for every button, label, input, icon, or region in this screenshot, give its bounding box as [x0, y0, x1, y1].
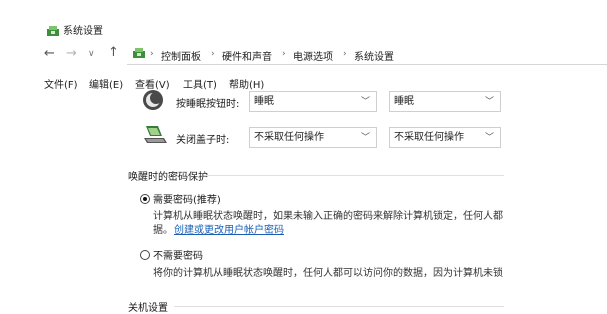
section-divider	[204, 175, 504, 176]
sleep-button-label: 按睡眠按钮时:	[176, 99, 240, 110]
menu-tools[interactable]: 工具(T)	[183, 76, 217, 91]
create-change-password-link[interactable]: 创建或更改用户帐户密码	[174, 221, 284, 236]
sleep-moon-icon	[143, 90, 163, 110]
sleep-button-plugged-in-select[interactable]: 睡眠 ﹀	[389, 91, 501, 112]
breadcrumb-separator: ›	[282, 49, 286, 59]
section-divider	[174, 306, 504, 307]
require-password-description-cont: 据。	[153, 225, 173, 236]
no-password-label[interactable]: 不需要密码	[153, 247, 203, 262]
breadcrumb-separator: ›	[211, 49, 215, 59]
chevron-down-icon: ﹀	[484, 97, 494, 107]
breadcrumb-hardware-sound[interactable]: 硬件和声音	[222, 48, 272, 63]
menu-help[interactable]: 帮助(H)	[229, 76, 264, 91]
require-password-label[interactable]: 需要密码(推荐)	[153, 191, 221, 206]
require-password-radio[interactable]	[140, 194, 150, 204]
menu-edit[interactable]: 编辑(E)	[89, 76, 123, 91]
close-lid-battery-select[interactable]: 不采取任何操作 ﹀	[249, 127, 377, 148]
require-password-description: 计算机从睡眠状态唤醒时，如果未输入正确的密码来解除计算机锁定，任何人都	[153, 211, 503, 222]
laptop-lid-icon	[144, 126, 167, 143]
menu-file[interactable]: 文件(F)	[44, 76, 78, 91]
select-value: 不采取任何操作	[394, 132, 464, 143]
recent-locations-button[interactable]: ∨	[88, 47, 95, 61]
close-lid-label: 关闭盖子时:	[176, 135, 230, 146]
select-value: 睡眠	[394, 96, 414, 107]
no-password-radio[interactable]	[140, 250, 150, 260]
window-title: 系统设置	[63, 26, 103, 37]
select-value: 不采取任何操作	[254, 132, 324, 143]
no-password-description: 将你的计算机从睡眠状态唤醒时，任何人都可以访问你的数据，因为计算机未锁	[153, 268, 503, 279]
chevron-down-icon: ﹀	[360, 97, 370, 107]
breadcrumb-separator: ›	[150, 49, 154, 59]
control-panel-icon	[133, 48, 145, 58]
breadcrumb-control-panel[interactable]: 控制面板	[161, 48, 201, 63]
chevron-down-icon: ﹀	[360, 133, 370, 143]
breadcrumb-power-options[interactable]: 电源选项	[293, 48, 333, 63]
forward-button[interactable]: →	[66, 47, 77, 61]
chevron-down-icon: ﹀	[484, 133, 494, 143]
breadcrumb-separator: ›	[343, 49, 347, 59]
back-button[interactable]: ←	[44, 47, 55, 61]
select-value: 睡眠	[254, 96, 274, 107]
shutdown-settings-section-title: 关机设置	[128, 303, 168, 314]
sleep-button-battery-select[interactable]: 睡眠 ﹀	[249, 91, 377, 112]
control-panel-icon	[47, 26, 59, 36]
up-button[interactable]: ↑	[108, 46, 119, 60]
close-lid-plugged-in-select[interactable]: 不采取任何操作 ﹀	[389, 127, 501, 148]
wake-password-section-title: 唤醒时的密码保护	[128, 172, 208, 183]
breadcrumb-system-settings[interactable]: 系统设置	[354, 48, 394, 63]
